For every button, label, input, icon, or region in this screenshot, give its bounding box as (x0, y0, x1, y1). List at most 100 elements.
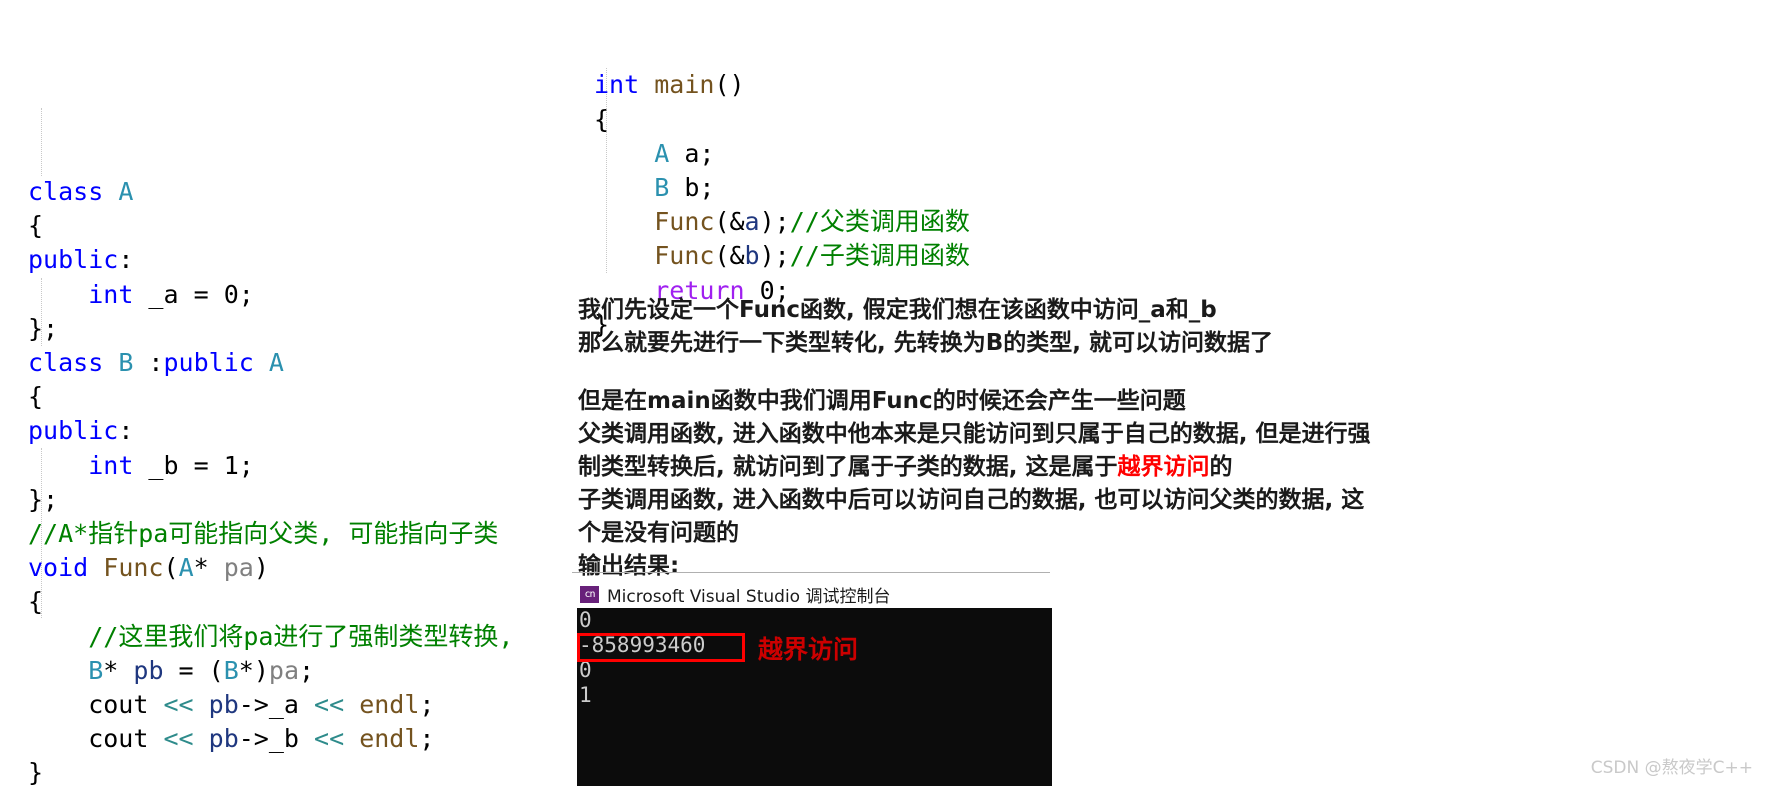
prose-line: 个是没有问题的 (578, 517, 1371, 550)
token: << (163, 724, 194, 754)
token: main (654, 70, 715, 100)
visual-studio-console-icon: cn (580, 586, 599, 603)
token: 1 (223, 450, 239, 480)
token: A (268, 348, 284, 378)
code-line: void Func(A* pa) (28, 551, 513, 585)
token: << (314, 724, 345, 754)
code-line: int _b = 1; (28, 449, 513, 483)
token: A (178, 553, 194, 583)
token: class (28, 177, 119, 207)
prose-line: 那么就要先进行一下类型转化, 先转换为B的类型, 就可以访问数据了 (578, 327, 1273, 360)
code-line: Func(&b);//子类调用函数 (594, 239, 970, 273)
token: = ( (163, 655, 224, 685)
token: *) (238, 655, 269, 685)
code-line: public: (28, 243, 513, 277)
token: << (314, 690, 345, 720)
prose-span: 制类型转换后, 就访问到了属于子类的数据, 这是属于 (578, 454, 1118, 480)
prose-line: 子类调用函数, 进入函数中后可以访问自己的数据, 也可以访问父类的数据, 这 (578, 484, 1371, 517)
right-code-block: int main(){ A a; B b; Func(&a);//父类调用函数 … (594, 0, 970, 342)
token: << (163, 690, 194, 720)
token: A (654, 138, 670, 168)
token: { (594, 104, 610, 134)
code-line: int _a = 0; (28, 278, 513, 312)
explanation-paragraph-1: 我们先设定一个Func函数, 假定我们想在该函数中访问_a和_b 那么就要先进行一… (578, 294, 1273, 360)
token: 0 (223, 279, 239, 309)
token: }; (28, 484, 59, 514)
token: cout (28, 690, 164, 720)
token: ; (419, 690, 435, 720)
token: () (714, 70, 745, 100)
token: ; (238, 450, 254, 480)
code-line: { (28, 380, 513, 414)
token: public (163, 348, 254, 378)
token: //A*指针pa可能指向父类, 可能指向子类 (28, 519, 499, 549)
code-line: class B :public A (28, 346, 513, 380)
token: pa (268, 655, 299, 685)
token: ; (419, 724, 435, 754)
token: ); (759, 207, 790, 237)
indent-guide (41, 108, 42, 176)
token: _a = (133, 279, 224, 309)
token: B (654, 173, 670, 203)
code-line: { (594, 103, 970, 137)
prose-line: 我们先设定一个Func函数, 假定我们想在该函数中访问_a和_b (578, 294, 1273, 327)
token: int (88, 450, 134, 480)
code-line: class A (28, 175, 513, 209)
token: //这里我们将pa进行了强制类型转换, (88, 621, 514, 651)
token: Func (103, 553, 164, 583)
code-line: A a; (594, 137, 970, 171)
console-title-text: Microsoft Visual Studio 调试控制台 (607, 587, 891, 607)
code-line: public: (28, 414, 513, 448)
console-output-line: 1 (579, 683, 592, 707)
token: ( (163, 553, 179, 583)
code-line: { (28, 585, 513, 619)
token: { (28, 211, 44, 241)
prose-span: 越界访问 (1117, 454, 1210, 480)
token: ; (238, 279, 254, 309)
token: { (28, 382, 44, 412)
prose-span: 父类调用函数, 进入函数中他本来是只能访问到只属于自己的数据, 但是进行强 (578, 421, 1371, 447)
token: ) (253, 553, 269, 583)
console-title-bar: cn Microsoft Visual Studio 调试控制台 (580, 582, 890, 607)
token: public (28, 245, 119, 275)
token: (& (714, 207, 745, 237)
token: pa (223, 553, 254, 583)
token: pb (208, 724, 239, 754)
csdn-watermark: CSDN @熬夜学C++ (1590, 758, 1753, 778)
token: endl (359, 724, 420, 754)
token: a; (669, 138, 715, 168)
prose-span: 个是没有问题的 (578, 520, 739, 546)
token: pb (208, 690, 239, 720)
token: : (118, 245, 134, 275)
code-line: { (28, 209, 513, 243)
prose-line: 但是在main函数中我们调用Func的时候还会产生一些问题 (578, 385, 1371, 418)
code-line: }; (28, 483, 513, 517)
token: endl (359, 690, 420, 720)
token: ); (759, 241, 790, 271)
token: A (118, 177, 134, 207)
token: ->_b (238, 724, 315, 754)
overflow-annotation-label: 越界访问 (758, 635, 859, 664)
token: Func (654, 207, 715, 237)
prose-span: 但是在main函数中我们调用Func的时候还会产生一些问题 (578, 388, 1186, 414)
code-line: //A*指针pa可能指向父类, 可能指向子类 (28, 517, 513, 551)
token: B (118, 348, 134, 378)
token: * (193, 553, 224, 583)
token: public (28, 416, 119, 446)
console-screenshot: cn Microsoft Visual Studio 调试控制台 0 -85899… (572, 572, 1052, 786)
token: Func (654, 241, 715, 271)
token: void (28, 553, 89, 583)
